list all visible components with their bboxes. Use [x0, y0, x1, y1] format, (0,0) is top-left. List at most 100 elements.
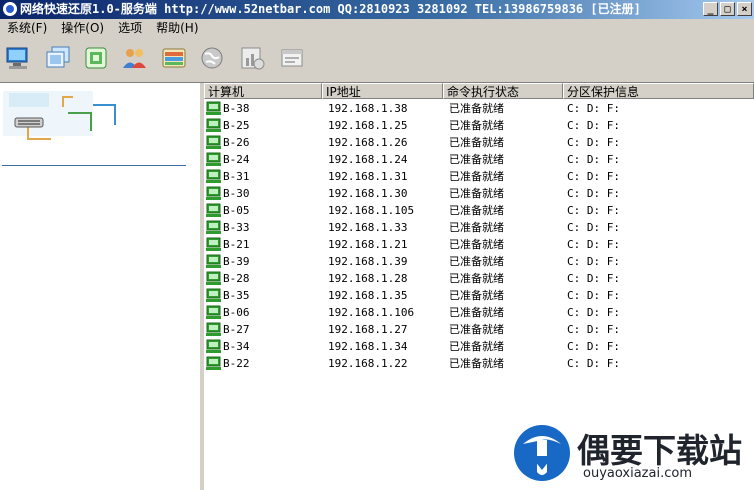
menu-operate[interactable]: 操作(O) [54, 19, 111, 38]
menu-help[interactable]: 帮助(H) [149, 19, 205, 38]
ip-address: 192.168.1.24 [328, 153, 408, 166]
screens-icon[interactable] [44, 44, 72, 72]
computer-name: B-24 [223, 153, 250, 166]
tree-divider [2, 165, 186, 166]
group-tree-pane[interactable] [0, 83, 201, 490]
column-header-protection[interactable]: 分区保护信息 [563, 83, 754, 99]
list-body: B-38 192.168.1.38 已准备就绪 C: D: F: B-25 192.168… [204, 100, 754, 372]
partition-protection: C: D: F: [567, 153, 620, 166]
partition-protection: C: D: F: [567, 102, 620, 115]
maximize-button[interactable]: □ [720, 2, 735, 16]
table-row[interactable]: B-31 192.168.1.31 已准备就绪 C: D: F: [204, 168, 754, 185]
table-row[interactable]: B-25 192.168.1.25 已准备就绪 C: D: F: [204, 117, 754, 134]
computer-icon [206, 186, 221, 200]
command-status: 已准备就绪 [449, 187, 504, 200]
ip-address: 192.168.1.28 [328, 272, 408, 285]
table-row[interactable]: B-39 192.168.1.39 已准备就绪 C: D: F: [204, 253, 754, 270]
command-status: 已准备就绪 [449, 136, 504, 149]
table-row[interactable]: B-28 192.168.1.28 已准备就绪 C: D: F: [204, 270, 754, 287]
watermark-logo-icon [514, 425, 570, 481]
computer-icon [206, 203, 221, 217]
window-title: 网络快速还原1.0-服务端 http://www.52netbar.com QQ… [20, 2, 641, 16]
users-icon[interactable] [120, 44, 148, 72]
computer-icon [206, 271, 221, 285]
partition-protection: C: D: F: [567, 340, 620, 353]
column-header-status[interactable]: 命令执行状态 [443, 83, 563, 99]
computer-icon[interactable] [4, 44, 32, 72]
table-row[interactable]: B-22 192.168.1.22 已准备就绪 C: D: F: [204, 355, 754, 372]
menu-system[interactable]: 系统(F) [0, 19, 54, 38]
group-folder-icon[interactable] [3, 91, 123, 143]
window-controls: _ □ × [703, 2, 752, 16]
window-icon[interactable] [278, 44, 306, 72]
ip-address: 192.168.1.30 [328, 187, 408, 200]
partition-protection: C: D: F: [567, 255, 620, 268]
ip-address: 192.168.1.26 [328, 136, 408, 149]
computer-icon [206, 339, 221, 353]
partition-protection: C: D: F: [567, 170, 620, 183]
ip-address: 192.168.1.35 [328, 289, 408, 302]
command-status: 已准备就绪 [449, 289, 504, 302]
computer-name: B-30 [223, 187, 250, 200]
computer-icon [206, 220, 221, 234]
table-row[interactable]: B-21 192.168.1.21 已准备就绪 C: D: F: [204, 236, 754, 253]
ip-address: 192.168.1.105 [328, 204, 415, 217]
computer-name: B-31 [223, 170, 250, 183]
command-status: 已准备就绪 [449, 306, 504, 319]
ip-address: 192.168.1.34 [328, 340, 408, 353]
computer-name: B-35 [223, 289, 250, 302]
app-icon [3, 2, 17, 16]
watermark-url: ouyaoxiazai.com [583, 466, 692, 481]
ip-address: 192.168.1.21 [328, 238, 408, 251]
table-row[interactable]: B-05 192.168.1.105 已准备就绪 C: D: F: [204, 202, 754, 219]
computer-icon [206, 169, 221, 183]
partition-protection: C: D: F: [567, 289, 620, 302]
computer-name: B-28 [223, 272, 250, 285]
computer-icon [206, 152, 221, 166]
computer-icon [206, 101, 221, 115]
partition-protection: C: D: F: [567, 204, 620, 217]
table-row[interactable]: B-33 192.168.1.33 已准备就绪 C: D: F: [204, 219, 754, 236]
computer-icon [206, 288, 221, 302]
partition-protection: C: D: F: [567, 306, 620, 319]
table-row[interactable]: B-24 192.168.1.24 已准备就绪 C: D: F: [204, 151, 754, 168]
partition-protection: C: D: F: [567, 119, 620, 132]
ip-address: 192.168.1.25 [328, 119, 408, 132]
computer-name: B-22 [223, 357, 250, 370]
table-row[interactable]: B-06 192.168.1.106 已准备就绪 C: D: F: [204, 304, 754, 321]
toolbar [0, 38, 754, 83]
command-status: 已准备就绪 [449, 102, 504, 115]
grid-icon[interactable] [82, 44, 110, 72]
command-status: 已准备就绪 [449, 238, 504, 251]
close-button[interactable]: × [737, 2, 752, 16]
computer-icon [206, 135, 221, 149]
column-header-computer[interactable]: 计算机 [204, 83, 322, 99]
computer-name: B-38 [223, 102, 250, 115]
table-row[interactable]: B-30 192.168.1.30 已准备就绪 C: D: F: [204, 185, 754, 202]
column-header-ip[interactable]: IP地址 [322, 83, 443, 99]
ip-address: 192.168.1.33 [328, 221, 408, 234]
minimize-button[interactable]: _ [703, 2, 718, 16]
command-status: 已准备就绪 [449, 272, 504, 285]
command-status: 已准备就绪 [449, 153, 504, 166]
command-status: 已准备就绪 [449, 255, 504, 268]
computer-name: B-34 [223, 340, 250, 353]
computer-icon [206, 118, 221, 132]
ip-address: 192.168.1.39 [328, 255, 408, 268]
partition-protection: C: D: F: [567, 272, 620, 285]
table-row[interactable]: B-27 192.168.1.27 已准备就绪 C: D: F: [204, 321, 754, 338]
command-status: 已准备就绪 [449, 204, 504, 217]
table-row[interactable]: B-38 192.168.1.38 已准备就绪 C: D: F: [204, 100, 754, 117]
table-row[interactable]: B-34 192.168.1.34 已准备就绪 C: D: F: [204, 338, 754, 355]
table-row[interactable]: B-26 192.168.1.26 已准备就绪 C: D: F: [204, 134, 754, 151]
ip-address: 192.168.1.38 [328, 102, 408, 115]
partition-protection: C: D: F: [567, 357, 620, 370]
chart-icon[interactable] [238, 44, 266, 72]
layers-icon[interactable] [160, 44, 188, 72]
menu-options[interactable]: 选项 [111, 19, 149, 38]
computer-name: B-27 [223, 323, 250, 336]
computer-name: B-39 [223, 255, 250, 268]
command-status: 已准备就绪 [449, 323, 504, 336]
table-row[interactable]: B-35 192.168.1.35 已准备就绪 C: D: F: [204, 287, 754, 304]
globe-icon[interactable] [198, 44, 226, 72]
